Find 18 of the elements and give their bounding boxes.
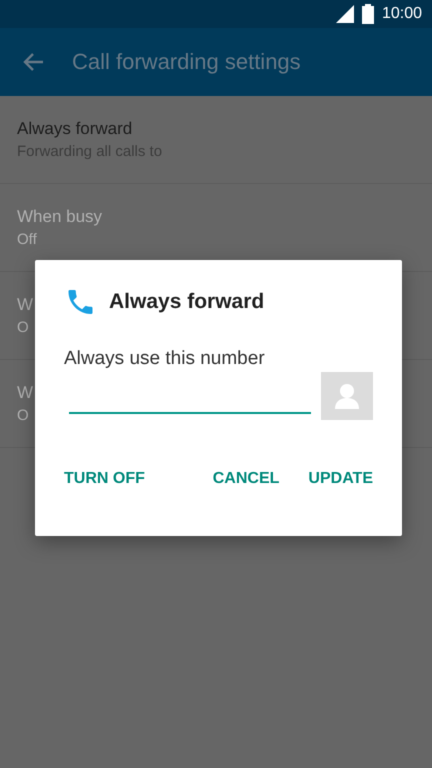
setting-title: W bbox=[17, 383, 34, 403]
status-time: 10:00 bbox=[382, 5, 422, 23]
contact-icon bbox=[334, 382, 360, 410]
dialog-title: Always forward bbox=[109, 290, 264, 314]
field-label: Always use this number bbox=[64, 348, 266, 370]
setting-summary: O bbox=[17, 407, 29, 424]
screen-title: Call forwarding settings bbox=[72, 49, 301, 75]
signal-icon bbox=[336, 5, 354, 23]
setting-title: Always forward bbox=[17, 119, 132, 139]
dialog-action-button[interactable]: TURN OFF bbox=[64, 466, 145, 492]
battery-icon bbox=[362, 4, 374, 24]
setting-title: When busy bbox=[17, 207, 102, 227]
back-arrow-icon[interactable] bbox=[22, 52, 44, 72]
setting-title: W bbox=[17, 295, 34, 315]
dialog-action-button[interactable]: UPDATE bbox=[308, 466, 373, 492]
dialog-action-button[interactable]: CANCEL bbox=[212, 466, 280, 492]
setting-summary: Off bbox=[17, 231, 37, 248]
setting-summary: O bbox=[17, 319, 29, 336]
